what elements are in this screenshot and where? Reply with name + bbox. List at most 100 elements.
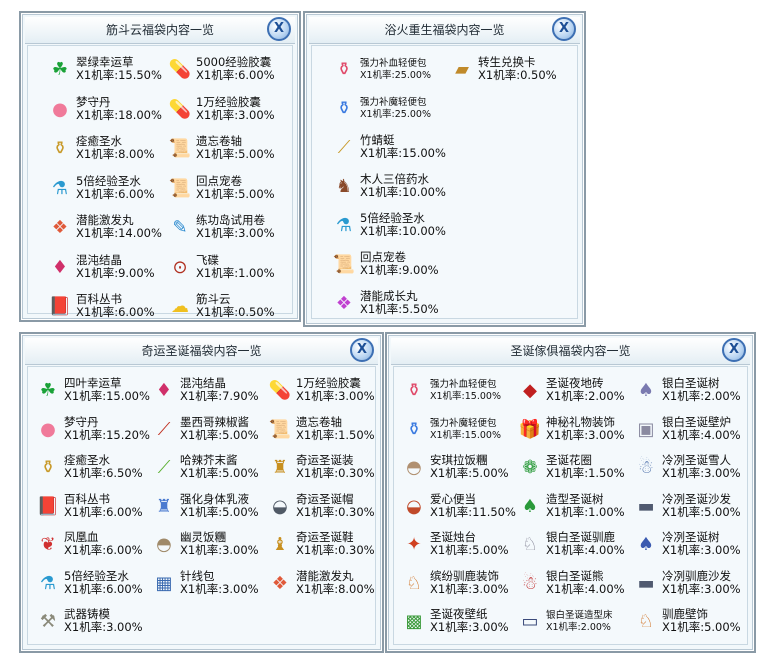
- item-name: 5倍经验圣水: [64, 568, 129, 583]
- item-name: 梦守丹: [76, 94, 111, 109]
- fireplace-icon: ▣: [637, 418, 655, 440]
- item-name: 梦守丹: [64, 414, 99, 429]
- item-rate: X1机率:3.00%: [180, 543, 259, 557]
- item-name: 银白圣诞壁炉: [662, 414, 731, 429]
- item-rate: X1机率:7.90%: [180, 389, 259, 403]
- wallpaper-icon: ▩: [405, 611, 423, 632]
- reindeer-icon: ♘: [405, 572, 423, 594]
- item-rate: X1机率:3.00%: [180, 581, 259, 596]
- item-rate: X1机率:8.00%: [296, 581, 375, 596]
- reindeer-icon: ♘: [521, 534, 539, 555]
- item-rate: X1机率:3.00%: [64, 620, 143, 634]
- item-rate: X1机率:6.00%: [196, 68, 275, 82]
- card-icon: ▰: [455, 59, 469, 80]
- item-rate: X1机率:3.00%: [430, 620, 509, 634]
- item-name: 神秘礼物装饰: [546, 414, 615, 429]
- tree-icon: ♠: [637, 534, 655, 555]
- pill-icon: ●: [52, 98, 68, 120]
- item-name: 奇运圣诞帽: [296, 491, 354, 506]
- panel-christmas-furniture: 圣诞傢俱福袋内容一览 X ⚱ 强力补血轻便包 X1机率:15.00% ◆ 圣诞夜地砖 X1…: [385, 332, 756, 653]
- panel-title: 筋斗云福袋内容一览: [25, 17, 295, 44]
- close-icon[interactable]: X: [350, 338, 374, 362]
- item-rate: X1机率:15.50%: [76, 68, 162, 82]
- item-list: ⚱ 强力补血轻便包 X1机率:25.00% ▰ 转生兑换卡 X1机率:0.50% ⚱ 强力补魔…: [311, 45, 578, 319]
- scroll-icon: 📜: [168, 138, 192, 159]
- item-name: 1万经验胶囊: [196, 94, 261, 109]
- item-rate: X1机率:5.00%: [180, 427, 259, 442]
- item-name: 造型圣诞树: [546, 491, 604, 506]
- item-rate: X1机率:0.50%: [478, 68, 557, 82]
- item-name: 墨西哥辣椒酱: [180, 414, 249, 429]
- bento-icon: ◒: [406, 495, 422, 517]
- item-rate: X1机率:8.00%: [76, 147, 155, 161]
- item-rate: X1机率:5.00%: [180, 466, 259, 480]
- item-rate: X1机率:6.00%: [64, 581, 143, 596]
- scroll-icon: 📜: [332, 254, 356, 275]
- weapon-mold-icon: ⚒: [39, 611, 57, 632]
- item-rate: X1机率:0.50%: [196, 305, 275, 319]
- item-rate: X1机率:3.00%: [662, 543, 741, 557]
- item-rate: X1机率:1.00%: [546, 504, 625, 519]
- item-rate: X1机率:4.00%: [546, 581, 625, 596]
- panel-title: 奇运圣诞福袋内容一览: [25, 338, 378, 365]
- panel-title: 圣诞傢俱福袋内容一览: [391, 338, 750, 365]
- item-name: 5倍经验圣水: [76, 173, 141, 188]
- item-rate: X1机率:3.00%: [546, 427, 625, 442]
- item-rate: X1机率:15.00%: [430, 429, 501, 441]
- panel-yuhuo: 浴火重生福袋内容一览 X ⚱ 强力补血轻便包 X1机率:25.00% ▰ 转生兑换卡 X1…: [303, 11, 586, 327]
- bear-icon: ☃: [521, 572, 539, 594]
- item-rate: X1机率:15.00%: [360, 146, 446, 160]
- capsule-icon: 💊: [168, 59, 192, 80]
- hat-icon: ◒: [272, 495, 288, 517]
- item-name: 爱心便当: [430, 491, 476, 506]
- item-rate: X1机率:15.00%: [64, 389, 150, 403]
- lotion-icon: ♜: [155, 495, 173, 517]
- item-rate: X1机率:5.00%: [180, 504, 259, 519]
- clover-icon: ☘: [51, 59, 69, 80]
- item-rate: X1机率:15.00%: [430, 391, 501, 402]
- rice-ball-icon: ◓: [156, 534, 172, 555]
- item-rate: X1机率:3.00%: [296, 389, 375, 403]
- item-rate: X1机率:1.00%: [196, 265, 275, 280]
- flask-icon: ⚗: [39, 572, 57, 594]
- item-name: 潜能激发丸: [296, 568, 354, 583]
- item-rate: X1机率:6.00%: [64, 543, 143, 557]
- potion-icon: ⚱: [40, 457, 56, 478]
- sofa-icon: ▬: [637, 495, 655, 517]
- item-name: 银白圣诞熊: [546, 568, 604, 583]
- potion-pack-icon: ⚱: [406, 380, 422, 401]
- close-icon[interactable]: X: [552, 17, 576, 41]
- item-rate: X1机率:5.00%: [430, 543, 509, 557]
- tree-icon: ♠: [637, 380, 655, 401]
- item-rate: X1机率:9.00%: [360, 263, 439, 277]
- item-name: 针线包: [180, 568, 215, 583]
- chili-icon: ⟋: [157, 418, 171, 440]
- pills-icon: ❖: [335, 293, 353, 314]
- item-list: ☘ 四叶幸运草 X1机率:15.00% ♦ 混沌结晶 X1机率:7.90% 💊 1万经验胶囊 X…: [27, 366, 376, 645]
- close-icon[interactable]: X: [722, 338, 746, 362]
- item-name: 遗忘卷轴: [296, 414, 342, 429]
- panel-qiyun-christmas: 奇运圣诞福袋内容一览 X ☘ 四叶幸运草 X1机率:15.00% ♦ 混沌结晶 X1机率:…: [19, 332, 384, 653]
- pills-icon: ❖: [51, 217, 69, 238]
- item-rate: X1机率:5.00%: [196, 147, 275, 161]
- capsule-icon: 💊: [268, 380, 292, 401]
- item-rate: X1机率:10.00%: [360, 185, 446, 199]
- item-rate: X1机率:0.30%: [296, 543, 375, 557]
- item-rate: X1机率:15.20%: [64, 427, 150, 442]
- pills-icon: ❖: [271, 572, 289, 594]
- item-name: 强化身体乳液: [180, 491, 249, 506]
- item-rate: X1机率:0.30%: [296, 466, 375, 480]
- item-list: ☘ 翠绿幸运草 X1机率:15.50% 💊 5000经验胶囊 X1机率:6.00% ● 梦守丹…: [27, 45, 293, 319]
- pill-icon: ●: [40, 418, 56, 440]
- item-rate: X1机率:2.00%: [662, 389, 741, 403]
- floor-tile-icon: ◆: [523, 380, 537, 401]
- wooden-man-icon: ♞: [335, 176, 353, 197]
- item-rate: X1机率:5.50%: [360, 302, 439, 316]
- item-rate: X1机率:3.00%: [196, 107, 275, 122]
- item-rate: X1机率:6.00%: [64, 504, 143, 519]
- ufo-icon: ⊙: [172, 256, 188, 278]
- item-rate: X1机率:4.00%: [546, 543, 625, 557]
- scroll-icon: 📜: [268, 418, 292, 440]
- close-icon[interactable]: X: [267, 17, 291, 41]
- item-name: 冷冽圣诞沙发: [662, 491, 731, 506]
